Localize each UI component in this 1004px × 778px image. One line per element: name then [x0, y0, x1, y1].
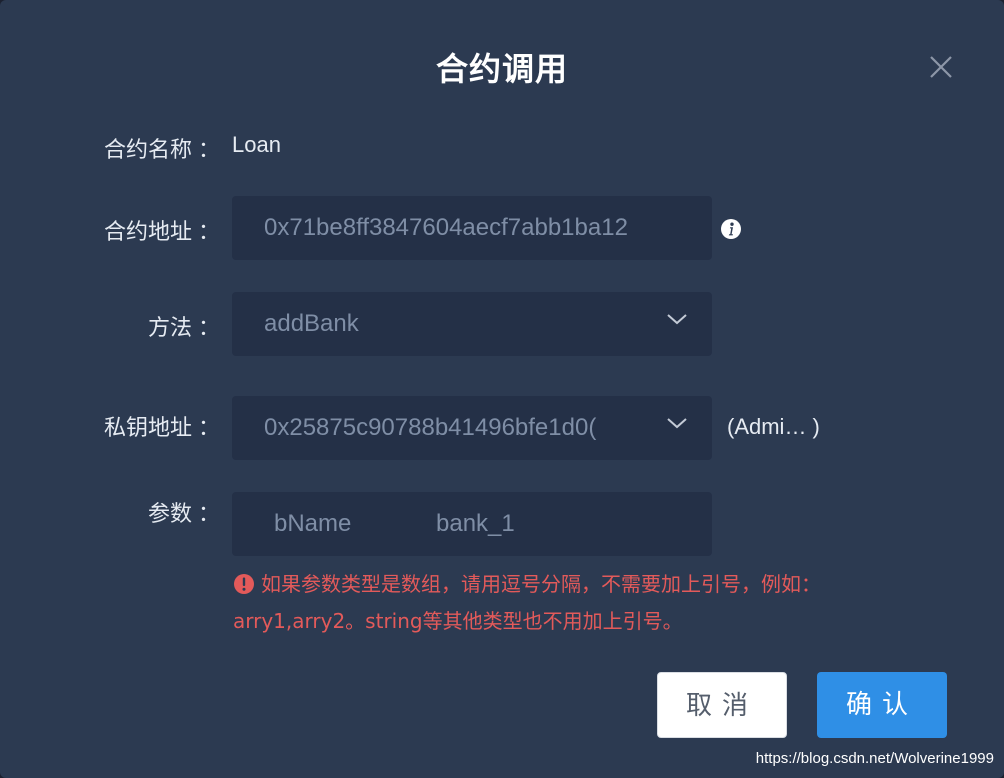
params-label: 参数： [147, 502, 220, 527]
params-field[interactable]: bName bank_1 [232, 492, 712, 556]
watermark: https://blog.csdn.net/Wolverine1999 [755, 750, 994, 767]
private-key-address-select[interactable]: 0x25875c90788b41496bfe1d0( [232, 396, 712, 460]
confirm-button[interactable]: 确认 [817, 672, 947, 738]
param-name: bName [274, 510, 352, 537]
method-select[interactable]: addBank [232, 292, 712, 356]
account-role-tag: (Admi… ) [727, 414, 820, 439]
warning-icon [234, 574, 254, 594]
contract-address-label: 合约地址： [103, 220, 220, 245]
dialog-title: 合约调用 [435, 50, 568, 88]
contract-address-value: 0x71be8ff3847604aecf7abb1ba12 [264, 214, 628, 241]
contract-name-value: Loan [232, 132, 281, 157]
method-label: 方法： [147, 316, 220, 341]
contract-name-label: 合约名称： [103, 138, 220, 163]
contract-call-dialog: 合约调用 合约名称： Loan 合约地址： 0x71be8ff3847604ae… [0, 0, 1004, 778]
param-value-input[interactable]: bank_1 [436, 492, 515, 556]
chevron-down-icon [667, 314, 687, 325]
method-value: addBank [264, 310, 359, 337]
chevron-down-icon [667, 418, 687, 429]
info-icon[interactable] [720, 218, 742, 240]
contract-address-field[interactable]: 0x71be8ff3847604aecf7abb1ba12 [232, 196, 712, 260]
warning-line-1: 如果参数类型是数组，请用逗号分隔，不需要加上引号，例如： [261, 572, 821, 596]
param-hint-message: 如果参数类型是数组，请用逗号分隔，不需要加上引号，例如： arry1,arry2… [233, 566, 953, 640]
close-icon[interactable] [928, 54, 954, 80]
private-key-address-label: 私钥地址： [103, 416, 220, 441]
warning-line-2: arry1,arry2。string等其他类型也不用加上引号。 [233, 609, 683, 633]
private-key-address-value: 0x25875c90788b41496bfe1d0( [264, 414, 597, 441]
cancel-button[interactable]: 取消 [657, 672, 787, 738]
